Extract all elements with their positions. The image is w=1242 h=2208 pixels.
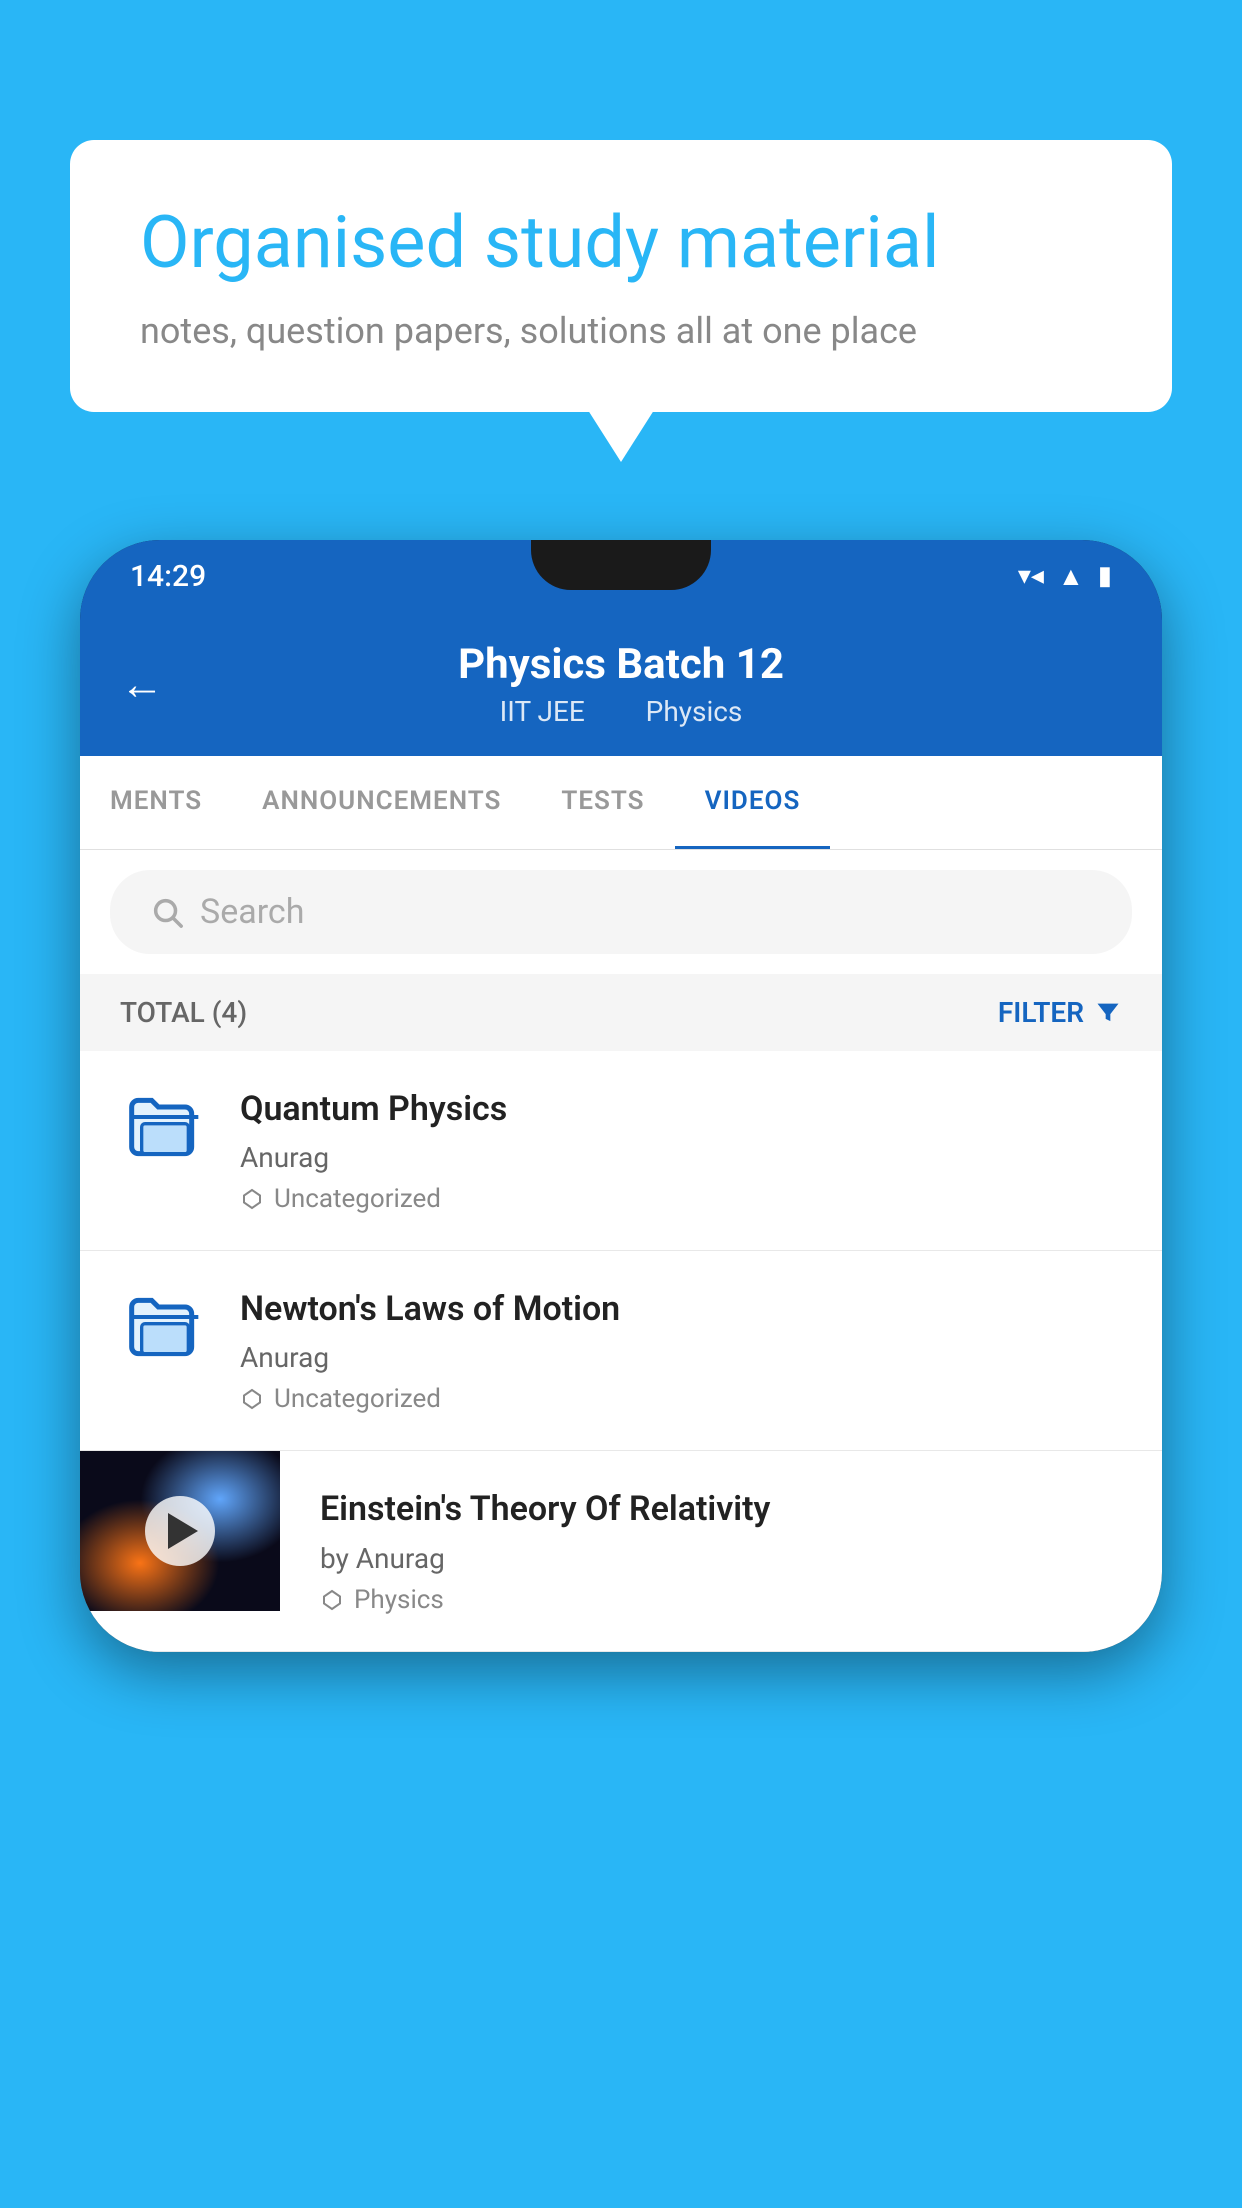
signal-icon: ▲: [1058, 561, 1084, 592]
video-info: Newton's Laws of Motion Anurag Uncategor…: [240, 1287, 1122, 1414]
subtitle-iitjee: IIT JEE: [500, 695, 585, 728]
video-author: Anurag: [240, 1341, 1122, 1374]
list-item[interactable]: Newton's Laws of Motion Anurag Uncategor…: [80, 1251, 1162, 1451]
back-button[interactable]: ←: [120, 658, 164, 710]
tag-icon: [240, 1387, 264, 1411]
app-header: ← Physics Batch 12 IIT JEE Physics: [80, 612, 1162, 756]
header-title: Physics Batch 12: [458, 640, 784, 689]
folder-icon-container: [120, 1087, 210, 1167]
subtitle-sep: [612, 695, 626, 728]
status-bar: 14:29 ▾◂ ▲ ▮: [80, 540, 1162, 612]
video-info: Quantum Physics Anurag Uncategorized: [240, 1087, 1122, 1214]
tag-label: Uncategorized: [274, 1384, 441, 1414]
filter-bar: TOTAL (4) FILTER: [80, 974, 1162, 1051]
search-placeholder: Search: [200, 892, 304, 932]
subtitle-physics: Physics: [646, 695, 743, 728]
tab-announcements[interactable]: ANNOUNCEMENTS: [232, 756, 531, 849]
video-thumbnail: [80, 1451, 280, 1611]
speech-bubble: Organised study material notes, question…: [70, 140, 1172, 412]
play-triangle-icon: [168, 1513, 198, 1549]
status-time: 14:29: [130, 559, 206, 594]
video-info: Einstein's Theory Of Relativity by Anura…: [280, 1451, 1162, 1650]
video-title: Newton's Laws of Motion: [240, 1287, 1122, 1331]
video-author: Anurag: [240, 1141, 1122, 1174]
phone-body: 14:29 ▾◂ ▲ ▮ ← Physics Batch 12 IIT JEE …: [80, 540, 1162, 1652]
phone-mockup: 14:29 ▾◂ ▲ ▮ ← Physics Batch 12 IIT JEE …: [80, 540, 1162, 2208]
tag-icon: [320, 1588, 344, 1612]
search-icon: [150, 895, 184, 929]
list-item[interactable]: Einstein's Theory Of Relativity by Anura…: [80, 1451, 1162, 1651]
video-title: Einstein's Theory Of Relativity: [320, 1487, 1122, 1531]
bubble-title: Organised study material: [140, 200, 1102, 286]
video-list: Quantum Physics Anurag Uncategorized: [80, 1051, 1162, 1652]
tab-videos[interactable]: VIDEOS: [675, 756, 831, 849]
header-subtitle: IIT JEE Physics: [490, 695, 753, 728]
speech-bubble-container: Organised study material notes, question…: [70, 140, 1172, 412]
tab-tests[interactable]: TESTS: [531, 756, 674, 849]
tab-ments[interactable]: MENTS: [80, 756, 232, 849]
bubble-subtitle: notes, question papers, solutions all at…: [140, 310, 1102, 352]
wifi-icon: ▾◂: [1018, 561, 1044, 591]
list-item[interactable]: Quantum Physics Anurag Uncategorized: [80, 1051, 1162, 1251]
battery-icon: ▮: [1098, 561, 1112, 591]
video-tag: Uncategorized: [240, 1184, 1122, 1214]
play-button[interactable]: [145, 1496, 215, 1566]
filter-label: FILTER: [998, 996, 1084, 1029]
total-count: TOTAL (4): [120, 996, 247, 1029]
video-author: by Anurag: [320, 1542, 1122, 1575]
tag-label: Physics: [354, 1585, 444, 1615]
tag-label: Uncategorized: [274, 1184, 441, 1214]
filter-button[interactable]: FILTER: [998, 996, 1122, 1029]
folder-icon: [125, 1087, 205, 1167]
video-title: Quantum Physics: [240, 1087, 1122, 1131]
video-tag: Uncategorized: [240, 1384, 1122, 1414]
filter-icon: [1094, 999, 1122, 1027]
notch: [531, 540, 711, 590]
tab-bar: MENTS ANNOUNCEMENTS TESTS VIDEOS: [80, 756, 1162, 850]
status-icons: ▾◂ ▲ ▮: [1018, 561, 1112, 592]
folder-icon: [125, 1287, 205, 1367]
video-tag: Physics: [320, 1585, 1122, 1615]
search-container: Search: [80, 850, 1162, 974]
tag-icon: [240, 1187, 264, 1211]
search-bar[interactable]: Search: [110, 870, 1132, 954]
folder-icon-container: [120, 1287, 210, 1367]
